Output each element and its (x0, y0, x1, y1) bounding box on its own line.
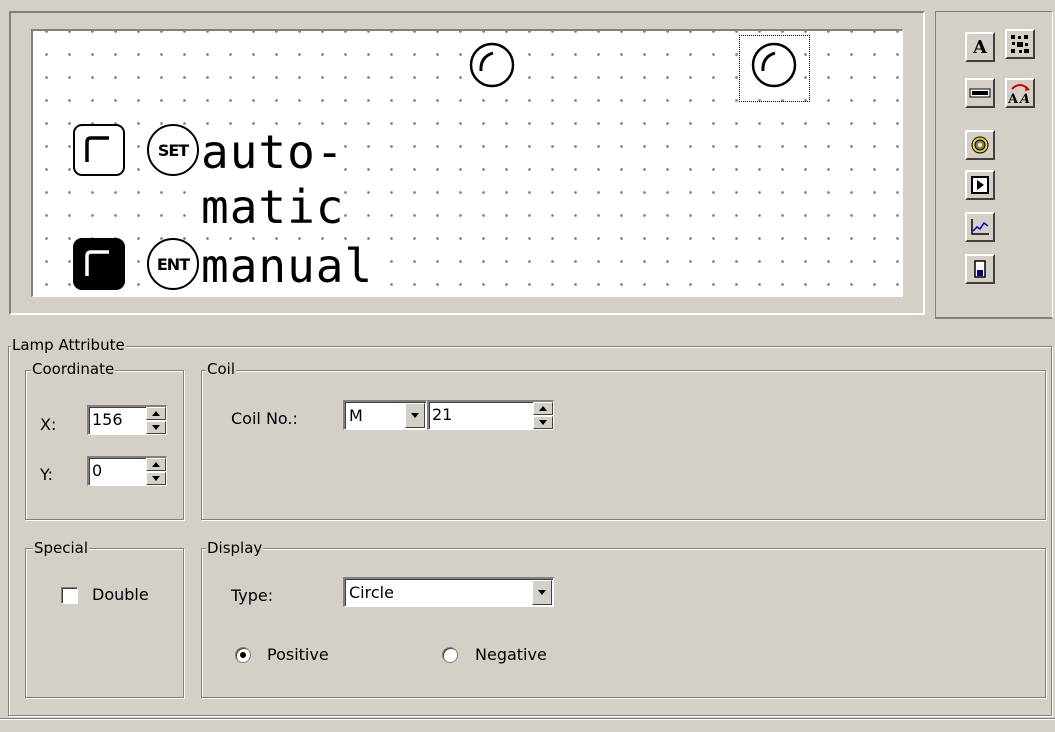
coordinate-group (25, 370, 184, 520)
y-up-arrow-icon[interactable] (146, 458, 166, 471)
coil-up-arrow-icon[interactable] (533, 402, 553, 415)
coil-type-value: M (349, 406, 363, 425)
coil-down-arrow-icon[interactable] (533, 416, 553, 429)
text-icon[interactable]: A (965, 32, 995, 62)
lamp-on-icon[interactable] (73, 238, 125, 290)
x-spinner[interactable]: 156 (87, 405, 167, 435)
status-divider (0, 718, 1055, 720)
svg-text:A: A (1007, 92, 1019, 105)
double-checkbox[interactable] (61, 587, 78, 604)
negative-radio[interactable] (442, 647, 458, 663)
font-size-icon[interactable]: AA (1005, 78, 1035, 108)
lcd-preview-canvas[interactable]: SET auto- matic ENT manual (31, 29, 903, 297)
display-title: Display (206, 539, 264, 557)
coordinate-title: Coordinate (31, 360, 116, 378)
chevron-down-icon[interactable] (405, 403, 425, 428)
bitmap-icon[interactable] (1005, 29, 1035, 59)
y-spinner[interactable]: 0 (87, 456, 167, 486)
lamp-attribute-title: Lamp Attribute (11, 336, 126, 354)
ent-key-icon[interactable]: ENT (147, 238, 199, 290)
lcd-text-matic[interactable]: matic (201, 184, 345, 230)
coil-number-spinner[interactable]: 21 (427, 400, 554, 430)
coil-no-label: Coil No.: (231, 409, 298, 428)
lamp-off-icon[interactable] (73, 124, 125, 176)
bar-icon[interactable] (965, 78, 995, 108)
chevron-down-icon[interactable] (532, 580, 552, 605)
svg-text:A: A (1018, 92, 1030, 105)
x-label: X: (40, 415, 57, 434)
exit-icon[interactable] (965, 254, 995, 284)
positive-label[interactable]: Positive (267, 646, 329, 664)
coil-number-value[interactable]: 21 (432, 405, 452, 425)
chart-icon[interactable] (965, 212, 995, 242)
y-label: Y: (40, 465, 54, 484)
coil-group (201, 370, 1046, 520)
button-icon[interactable] (965, 170, 995, 200)
display-type-value: Circle (349, 583, 394, 602)
y-value[interactable]: 0 (92, 461, 102, 481)
element-toolbar: A AA (935, 11, 1053, 319)
ent-key-label: ENT (156, 254, 190, 274)
positive-radio[interactable] (235, 647, 251, 663)
coil-title: Coil (206, 360, 236, 378)
double-label[interactable]: Double (92, 586, 149, 604)
y-down-arrow-icon[interactable] (146, 472, 166, 485)
type-label: Type: (231, 586, 274, 605)
x-up-arrow-icon[interactable] (146, 407, 166, 420)
display-type-select[interactable]: Circle (343, 577, 554, 607)
set-key-label: SET (157, 140, 189, 160)
selected-circle-lamp-icon[interactable] (750, 41, 798, 89)
x-value[interactable]: 156 (92, 410, 123, 430)
lcd-text-manual[interactable]: manual (201, 243, 374, 289)
display-group (201, 548, 1046, 698)
coil-type-select[interactable]: M (343, 400, 427, 430)
special-title: Special (33, 539, 90, 557)
set-key-icon[interactable]: SET (147, 124, 199, 176)
lcd-text-auto[interactable]: auto- (201, 129, 345, 175)
lamp-icon[interactable] (965, 130, 995, 160)
circle-lamp-icon[interactable] (468, 41, 516, 89)
x-down-arrow-icon[interactable] (146, 421, 166, 434)
special-group (25, 548, 184, 698)
negative-label[interactable]: Negative (475, 646, 547, 664)
